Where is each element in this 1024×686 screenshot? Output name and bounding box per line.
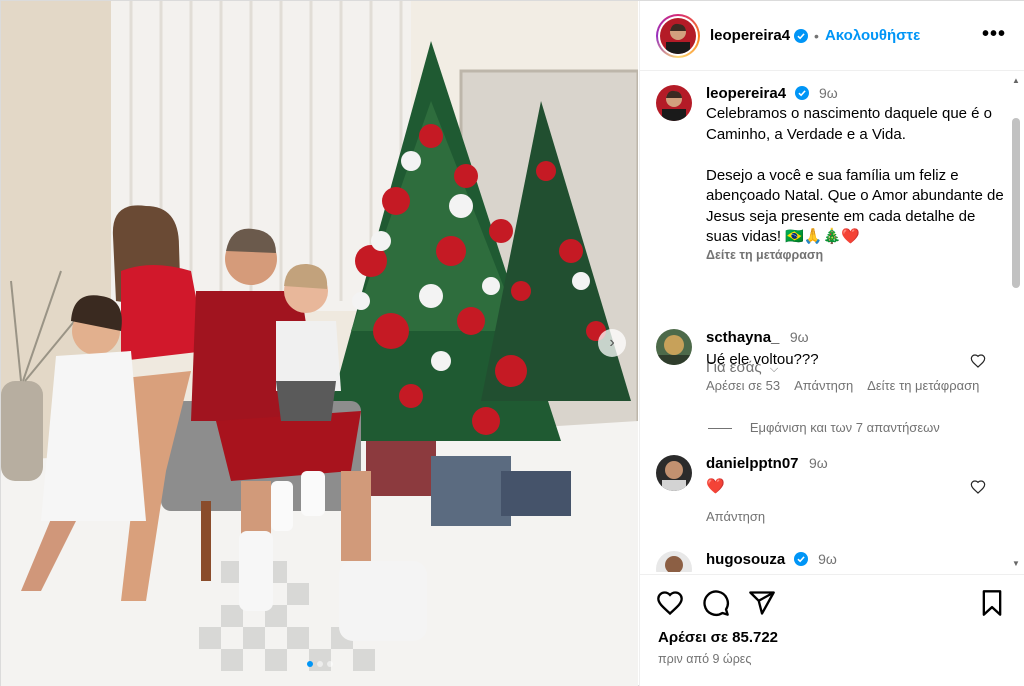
commenter-avatar[interactable] [656, 329, 692, 365]
chevron-right-icon: › [609, 334, 615, 351]
comment-meta: Αρέσει σε 53 Απάντηση Δείτε τη μετάφραση [706, 378, 1006, 393]
comment-likes-count[interactable]: Αρέσει σε 53 [706, 378, 780, 393]
view-replies-link[interactable]: Εμφάνιση και των 7 απαντήσεων [640, 420, 1008, 435]
author-username[interactable]: leopereira4 [710, 27, 790, 44]
post-header: leopereira4 • Ακολουθήστε ••• [640, 1, 1024, 71]
view-replies-label: Εμφάνιση και των 7 απαντήσεων [749, 420, 940, 435]
verified-badge-icon [794, 86, 809, 100]
follow-button[interactable]: Ακολουθήστε [825, 27, 920, 44]
verified-badge-icon [794, 28, 809, 43]
comment-time[interactable]: 9ω [818, 551, 837, 567]
heart-icon[interactable] [656, 589, 684, 617]
scrollbar-thumb[interactable] [1012, 118, 1020, 288]
comment-like-heart-icon[interactable] [970, 353, 986, 369]
commenter-avatar[interactable] [656, 551, 692, 572]
comments-scroll-area[interactable]: leopereira4 9ω Celebramos o nascimento d… [640, 72, 1008, 572]
instagram-post-modal: › leopereira4 • Ακολουθήστε ••• leoperei… [0, 0, 1024, 686]
caption-time[interactable]: 9ω [819, 85, 838, 101]
bookmark-icon[interactable] [978, 589, 1006, 617]
comment-time[interactable]: 9ω [790, 329, 809, 345]
more-options-icon[interactable]: ••• [982, 23, 1006, 46]
caption-text: Celebramos o nascimento daquele que é o … [706, 105, 1004, 245]
comment-text: ❤️ [706, 478, 725, 495]
comment-time[interactable]: 9ω [809, 455, 828, 471]
avatar-image [660, 17, 696, 54]
next-slide-button[interactable]: › [598, 329, 626, 357]
see-translation-link[interactable]: Δείτε τη μετάφραση [706, 248, 1006, 262]
reply-button[interactable]: Απάντηση [706, 509, 765, 524]
comment-username[interactable]: scthayna_ [706, 329, 779, 346]
author-avatar-small[interactable] [656, 85, 692, 121]
caption-row: leopereira4 9ω Celebramos o nascimento d… [656, 85, 1006, 262]
comment-icon[interactable] [702, 589, 730, 617]
header-separator: • [814, 27, 819, 44]
scroll-down-arrow-icon[interactable]: ▼ [1012, 559, 1020, 568]
comment-meta: Απάντηση [706, 509, 1006, 524]
comment-username[interactable]: hugosouza [706, 551, 785, 568]
comment-row: scthayna_ 9ω Ué ele voltou??? Αρέσει σε … [656, 329, 1006, 393]
share-icon[interactable] [748, 589, 776, 617]
comment-row: danielpptn07 9ω ❤️ Απάντηση [656, 455, 1006, 524]
comments-scrollbar[interactable]: ▲ ▼ [1009, 72, 1023, 572]
likes-count[interactable]: Αρέσει σε 85.722 [658, 629, 778, 646]
comment-like-heart-icon[interactable] [970, 479, 986, 495]
reply-button[interactable]: Απάντηση [794, 378, 853, 393]
scroll-up-arrow-icon[interactable]: ▲ [1012, 76, 1020, 85]
family-christmas-photo [1, 1, 638, 686]
caption-username[interactable]: leopereira4 [706, 85, 786, 102]
verified-badge-icon [793, 552, 808, 566]
comment-username[interactable]: danielpptn07 [706, 455, 799, 472]
carousel-dot [326, 661, 333, 667]
author-avatar[interactable] [656, 13, 700, 58]
post-time-ago[interactable]: πριν από 9 ώρες [658, 652, 751, 666]
carousel-dot [316, 661, 323, 667]
post-photo[interactable]: › [1, 1, 638, 686]
comment-row: hugosouza 9ω [656, 551, 1006, 572]
carousel-dot [306, 661, 313, 667]
commenter-avatar[interactable] [656, 455, 692, 491]
see-translation-link[interactable]: Δείτε τη μετάφραση [867, 378, 979, 393]
post-actions: Αρέσει σε 85.722 πριν από 9 ώρες [640, 574, 1024, 686]
post-side-panel: leopereira4 • Ακολουθήστε ••• leopereira… [639, 1, 1024, 686]
comment-text: Ué ele voltou??? [706, 351, 819, 368]
carousel-indicator [1, 661, 638, 667]
